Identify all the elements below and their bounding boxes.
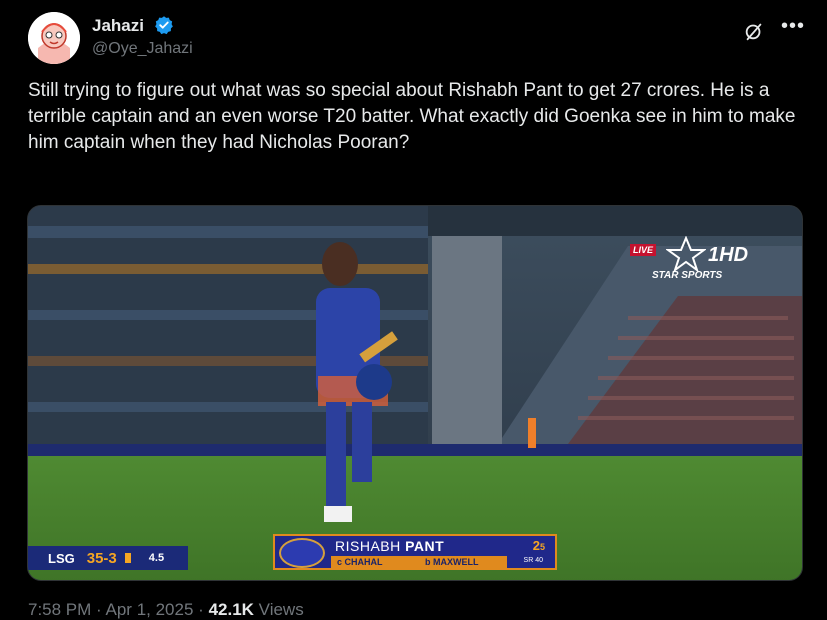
batter-first-name: RISHABH bbox=[335, 538, 401, 554]
batter-runs: 25 bbox=[533, 538, 545, 553]
team-name: LSG bbox=[48, 550, 75, 566]
author-handle[interactable]: @Oye_Jahazi bbox=[92, 40, 193, 58]
bowled-by: b MAXWELL bbox=[425, 557, 479, 567]
avatar[interactable] bbox=[28, 12, 80, 64]
balls-value: 5 bbox=[539, 542, 545, 552]
dismissal-details: c CHAHAL b MAXWELL bbox=[331, 556, 507, 568]
channel-number: 1HD bbox=[708, 244, 749, 266]
tweet-media[interactable]: LIVE 1HD STAR SPORTS LSG 35-3 4.5 RISHAB… bbox=[27, 205, 803, 581]
team-score: 35-3 bbox=[86, 549, 117, 567]
overs: 4.5 bbox=[148, 552, 165, 564]
caught-by: c CHAHAL bbox=[337, 557, 383, 567]
live-badge: LIVE bbox=[630, 244, 657, 256]
avatar-illustration bbox=[28, 12, 80, 64]
tweet-date[interactable]: Apr 1, 2025 bbox=[106, 600, 194, 619]
meta-separator: · bbox=[198, 600, 204, 619]
tweet-header: Jahazi @Oye_Jahazi ••• bbox=[28, 12, 807, 64]
verified-badge-icon bbox=[155, 16, 173, 35]
tweet-text: Still trying to figure out what was so s… bbox=[28, 80, 796, 153]
team-logo-icon bbox=[279, 538, 325, 568]
views-label[interactable]: Views bbox=[259, 600, 304, 619]
batter-dismissal-card: RISHABH PANT c CHAHAL b MAXWELL 25 SR 40 bbox=[273, 534, 557, 570]
author-name[interactable]: Jahazi bbox=[92, 16, 144, 36]
ball-indicator-icon bbox=[124, 553, 131, 563]
scorebug: LSG 35-3 4.5 bbox=[28, 546, 188, 570]
batter-last-name: PANT bbox=[405, 538, 445, 554]
more-options-icon[interactable]: ••• bbox=[779, 16, 807, 40]
views-count[interactable]: 42.1K bbox=[209, 600, 254, 619]
batter-name: RISHABH PANT bbox=[335, 538, 444, 554]
tweet-meta: 7:58 PM · Apr 1, 2025 · 42.1K Views bbox=[28, 600, 304, 620]
meta-separator: · bbox=[96, 600, 102, 619]
strike-rate: SR 40 bbox=[523, 557, 543, 564]
runs-value: 2 bbox=[532, 538, 540, 553]
tweet-time[interactable]: 7:58 PM bbox=[28, 600, 91, 619]
grok-icon[interactable] bbox=[743, 20, 765, 42]
channel-name: STAR SPORTS bbox=[652, 270, 723, 281]
broadcast-logo: LIVE 1HD STAR SPORTS bbox=[630, 230, 750, 286]
star-icon bbox=[666, 236, 706, 272]
